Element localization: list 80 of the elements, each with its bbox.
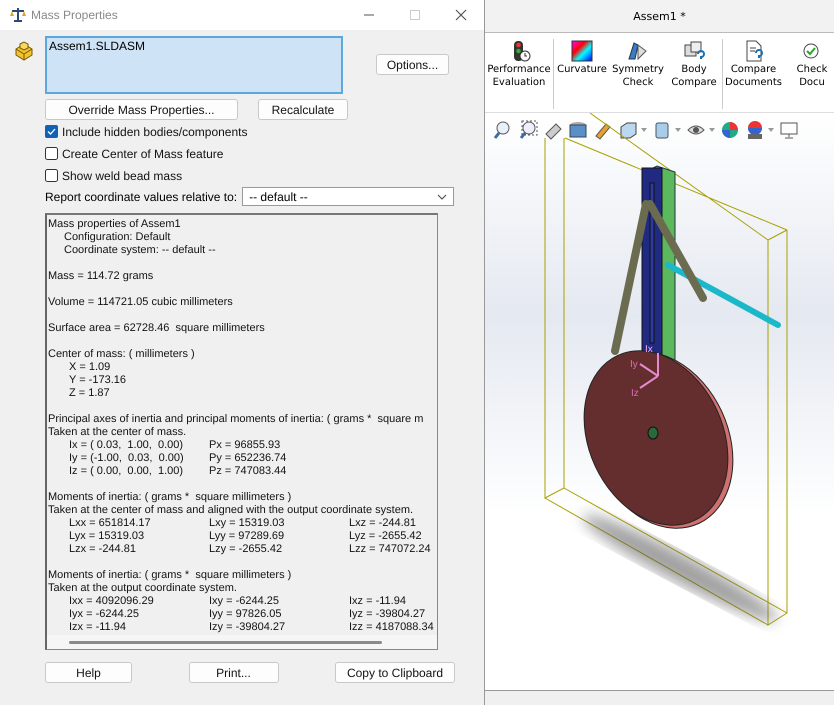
caret-icon[interactable] (675, 128, 681, 132)
report-value: Z = 1.87 (69, 387, 111, 400)
report-value: Lzx = -244.81 (69, 543, 137, 556)
report-value: Iyz = -39804.27 (349, 608, 426, 621)
caret-icon[interactable] (641, 128, 647, 132)
report-value: X = 1.09 (69, 361, 112, 374)
report-value: Lxx = 651814.17 (69, 517, 152, 530)
report-line: Center of mass: ( millimeters ) (48, 348, 196, 361)
options-button[interactable]: Options... (376, 54, 449, 75)
chevron-down-icon (437, 194, 447, 200)
report-line: Taken at the center of mass. (48, 426, 188, 439)
report-line: Coordinate system: -- default -- (63, 244, 217, 257)
footer-button[interactable]: Print... (188, 662, 278, 683)
report-line: Principal axes of inertia and principal moments of inertia: ( grams * square m (48, 413, 424, 426)
checkbox[interactable] (45, 147, 58, 160)
report-value: Y = -173.16 (69, 374, 127, 387)
color-square-icon (569, 39, 595, 63)
assembly-icon (13, 40, 35, 62)
report-value: Px = 96855.93 (209, 439, 282, 452)
report-value: Pz = 747083.44 (209, 465, 288, 478)
report-value: Izz = 4187088.34 (349, 621, 435, 634)
checkbox-label: Include hidden bodies/components (62, 124, 248, 138)
checkbox-label: Show weld bead mass (62, 168, 182, 182)
checkbox[interactable] (45, 125, 58, 138)
app-title: Assem1 * (485, 0, 834, 33)
window-title: Mass Properties (31, 8, 119, 22)
report-line: Moments of inertia: ( grams * square millimeters ) (48, 491, 292, 504)
report-value: Iy = (-1.00, 0.03, 0.00) (69, 452, 185, 465)
override-button[interactable]: Override Mass Properties... (45, 99, 238, 120)
report-value: Ixz = -11.94 (349, 595, 407, 608)
checkbox-label: Create Center of Mass feature (62, 146, 224, 160)
report-value: Lyy = 97289.69 (209, 530, 286, 543)
report-value: Lzy = -2655.42 (209, 543, 284, 556)
ribbon-button[interactable]: Curvature (554, 39, 610, 109)
ribbon-button[interactable]: Performance Evaluation (485, 39, 553, 109)
report-line: Taken at the output coordinate system. (48, 582, 238, 595)
report-value: Iyx = -6244.25 (69, 608, 140, 621)
caret-icon[interactable] (768, 128, 774, 132)
axis-label: Iy (630, 359, 638, 370)
selection-list[interactable]: Assem1.SLDASM (45, 36, 343, 94)
report-line: Surface area = 62728.46 square millimeters (48, 322, 266, 335)
report-value: Iz = ( 0.00, 0.00, 1.00) (69, 465, 184, 478)
report-value: Lxz = -244.81 (349, 517, 417, 530)
cube-icon[interactable] (618, 120, 638, 140)
footer-button[interactable]: Help (45, 662, 132, 683)
report-line: Configuration: Default (63, 231, 172, 244)
checkbox[interactable] (45, 169, 58, 182)
report-value: Lyz = -2655.42 (349, 530, 423, 543)
ribbon-button[interactable]: Check Docu (784, 39, 834, 109)
report-line: Mass properties of Assem1 (48, 218, 182, 231)
list-item[interactable]: Assem1.SLDASM (49, 39, 339, 53)
report-value: Izy = -39804.27 (209, 621, 286, 634)
report-value: Ixx = 4092096.29 (69, 595, 155, 608)
footer-button[interactable]: Copy to Clipboard (335, 662, 455, 683)
recalculate-button[interactable]: Recalculate (258, 99, 348, 120)
ribbon-button[interactable]: Symmetry Check (610, 39, 666, 109)
zoom-area-icon[interactable] (518, 120, 538, 140)
caret-icon[interactable] (709, 128, 715, 132)
report-line: Volume = 114721.05 cubic millimeters (48, 296, 234, 309)
axis-label: Iz (631, 388, 639, 399)
ribbon-button[interactable]: Compare Documents (723, 39, 784, 109)
report-value: Izx = -11.94 (69, 621, 127, 634)
scrollbar-thumb[interactable] (69, 640, 382, 644)
report-line: Moments of inertia: ( grams * square millimeters ) (48, 569, 292, 582)
report-value: Lzz = 747072.24 (349, 543, 432, 556)
coordinate-dropdown[interactable]: -- default -- (242, 187, 454, 206)
report-value: Lyx = 15319.03 (69, 530, 146, 543)
report-line: Taken at the center of mass and aligned with the output coordinate system. (48, 504, 414, 517)
report-line: Mass = 114.72 grams (48, 270, 154, 283)
scale-icon (9, 6, 27, 24)
report-value: Iyy = 97826.05 (209, 608, 282, 621)
monitor-icon[interactable] (779, 120, 799, 140)
axis-label: Ix (645, 344, 653, 355)
color-ball-icon[interactable] (720, 120, 740, 140)
ribbon-button[interactable]: Body Compare (666, 39, 722, 109)
report-value: Ix = ( 0.03, 1.00, 0.00) (69, 439, 184, 452)
field-label: Report coordinate values relative to: (45, 190, 238, 204)
report-value: Ixy = -6244.25 (209, 595, 280, 608)
report-value: Py = 652236.74 (209, 452, 288, 465)
report-value: Lxy = 15319.03 (209, 517, 286, 530)
